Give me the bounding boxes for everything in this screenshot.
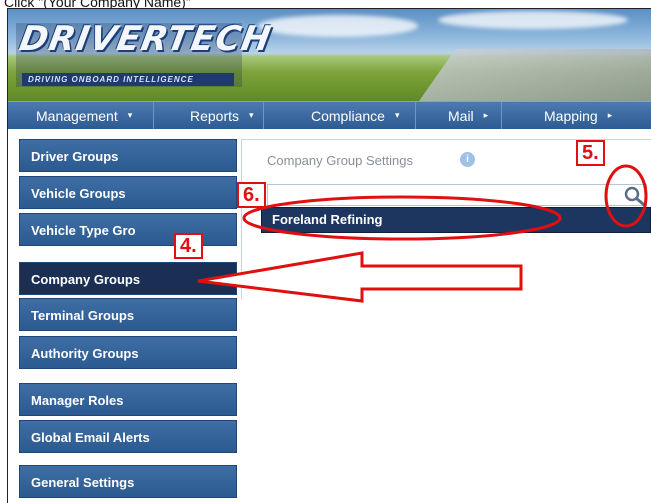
- highlight-ellipse-icon: [242, 195, 562, 241]
- annotation-overlay: [197, 164, 648, 303]
- step-5-label: 5.: [576, 140, 605, 166]
- arrow-left-icon: [197, 251, 523, 303]
- step-6-label: 6.: [237, 182, 266, 208]
- step-4-label: 4.: [174, 233, 203, 259]
- highlight-circle-icon: [604, 164, 648, 228]
